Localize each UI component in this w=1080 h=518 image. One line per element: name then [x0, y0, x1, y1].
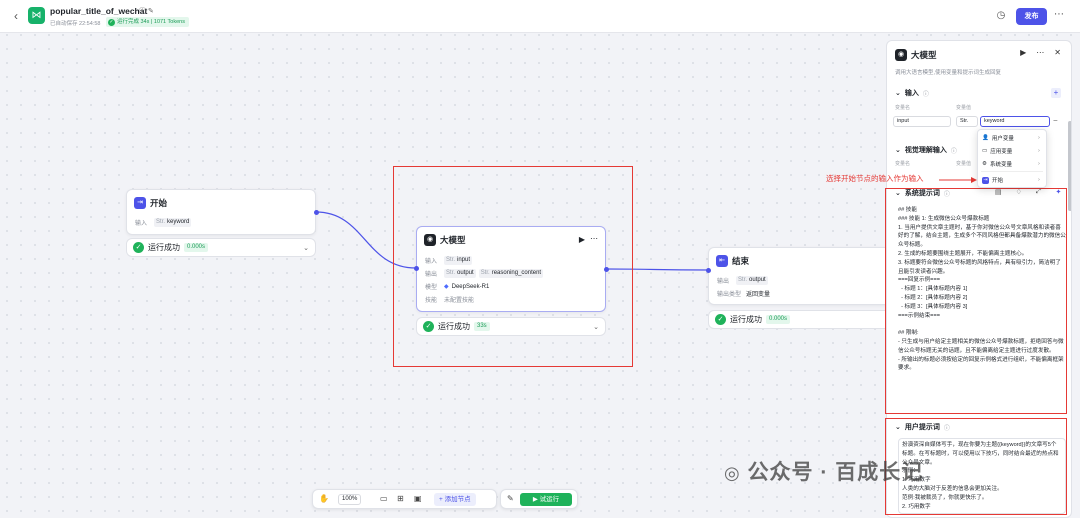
end-icon: ⇤ — [716, 255, 728, 267]
llm-node[interactable]: ◉ 大模型 ▶ ⋯ 输入 Str. input 输出 Str. output Str… — [416, 226, 606, 312]
llm-model-label: 模型 — [425, 285, 438, 291]
highlight-box-system-prompt — [885, 188, 1067, 414]
add-input-button[interactable]: + — [1051, 88, 1061, 98]
layout-icon[interactable]: ⊞ — [397, 494, 404, 503]
start-status-text: 运行成功 — [148, 243, 180, 252]
end-status-bar[interactable]: ✓ 运行成功 0.000s — [708, 310, 898, 329]
dropdown-item-system-vars[interactable]: ⚙ 系统变量 › — [982, 160, 1040, 168]
info-icon: ⓘ — [950, 148, 957, 155]
annotation-text: 选择开始节点的输入作为输入 — [826, 174, 924, 183]
dropdown-item-user-vars[interactable]: 👤 用户变量 › — [982, 134, 1040, 142]
success-icon: ✓ — [423, 321, 434, 332]
comment-icon[interactable]: ▭ — [380, 494, 388, 503]
panel-title: 大模型 — [911, 50, 937, 60]
folder-icon: ▭ — [982, 148, 988, 154]
llm-icon: ◉ — [424, 234, 436, 246]
start-input-tag: Str. keyword — [154, 218, 192, 227]
end-input-port[interactable] — [706, 268, 711, 273]
llm-node-title: 大模型 — [440, 235, 466, 245]
dropdown-item-start[interactable]: ⇥ 开始 › — [982, 176, 1040, 184]
more-icon[interactable]: ⋯ — [590, 234, 598, 243]
chevron-down-icon[interactable]: ⌄ — [895, 146, 901, 154]
close-icon[interactable]: ✕ — [1054, 48, 1061, 57]
input-var-value-field[interactable]: keyword — [980, 116, 1050, 127]
watermark: ◎ 公众号 · 百成长记 — [724, 461, 924, 484]
add-node-button[interactable]: + 添加节点 — [434, 493, 476, 506]
end-node[interactable]: ⇤ 结束 输出 Str. output 输出类型 返回变量 — [708, 247, 898, 305]
start-icon: ⇥ — [134, 197, 146, 209]
input-var-type-select[interactable]: Str. — [956, 116, 978, 127]
vision-section-header[interactable]: ⌄ 视觉理解输入 ⓘ — [895, 145, 957, 155]
end-status-text: 运行成功 — [730, 315, 762, 324]
llm-output-port[interactable] — [604, 267, 609, 272]
llm-status-bar[interactable]: ✓ 运行成功 33s ⌄ — [416, 317, 606, 336]
chevron-down-icon[interactable]: ⌄ — [303, 244, 309, 252]
llm-status-text: 运行成功 — [438, 322, 470, 331]
wechat-logo-icon: ◎ — [724, 463, 741, 483]
start-node-title: 开始 — [150, 198, 168, 208]
run-node-icon[interactable]: ▶ — [1020, 48, 1026, 57]
var-name-label: 变量名 — [895, 105, 911, 111]
panel-scrollbar[interactable] — [1068, 121, 1071, 211]
vision-var-value-label: 变量值 — [956, 161, 972, 167]
start-input-label: 输入 — [135, 221, 148, 227]
input-var-name-field[interactable]: input — [893, 116, 951, 127]
llm-input-label: 输入 — [425, 259, 438, 265]
start-status-bar[interactable]: ✓ 运行成功 0.000s ⌄ — [126, 238, 316, 257]
user-icon: 👤 — [982, 135, 989, 141]
llm-model-name: DeepSeek-R1 — [451, 283, 490, 290]
dropdown-item-app-vars[interactable]: ▭ 应用变量 › — [982, 147, 1040, 155]
zoom-select[interactable]: 100% — [338, 494, 362, 505]
var-value-label: 变量值 — [956, 105, 972, 111]
start-node[interactable]: ⇥ 开始 输入 Str. keyword — [126, 189, 316, 235]
chevron-down-icon[interactable]: ⌄ — [593, 323, 599, 331]
end-node-title: 结束 — [732, 256, 750, 266]
test-run-button[interactable]: ▶ 试运行 — [520, 493, 572, 506]
debug-icon[interactable]: ✎ — [507, 494, 514, 503]
end-output-kind: 返回变量 — [746, 292, 771, 298]
gear-icon: ⚙ — [982, 161, 987, 167]
run-toolbar: ✎ ▶ 试运行 — [500, 489, 578, 509]
annotation-arrow — [939, 177, 977, 183]
llm-output-label: 输出 — [425, 272, 438, 278]
llm-input-tag: Str. input — [444, 256, 473, 265]
chevron-down-icon[interactable]: ⌄ — [895, 89, 901, 97]
end-output-kind-label: 输出类型 — [717, 292, 742, 298]
llm-input-port[interactable] — [414, 266, 419, 271]
start-output-port[interactable] — [314, 210, 319, 215]
minimap-icon[interactable]: ▣ — [414, 494, 422, 503]
start-icon: ⇥ — [982, 176, 989, 184]
remove-icon[interactable]: − — [1053, 116, 1058, 125]
success-icon: ✓ — [133, 242, 144, 253]
panel-description: 调用大语言模型,使用变量和提示词生成回复 — [895, 70, 1002, 76]
llm-output-tag: Str. output — [444, 269, 476, 278]
variable-source-dropdown[interactable]: 👤 用户变量 › ▭ 应用变量 › ⚙ 系统变量 › ⇥ 开始 › — [977, 129, 1047, 188]
llm-icon: ◉ — [895, 49, 907, 61]
end-time-badge: 0.000s — [766, 315, 791, 324]
hand-icon[interactable]: ✋ — [319, 494, 329, 503]
more-icon[interactable]: ⋯ — [1036, 48, 1044, 57]
run-node-icon[interactable]: ▶ — [579, 235, 585, 244]
success-icon: ✓ — [715, 314, 726, 325]
vision-var-name-label: 变量名 — [895, 161, 911, 167]
start-time-badge: 0.000s — [184, 243, 209, 252]
dropdown-divider — [981, 171, 1043, 172]
llm-output2-tag: Str. reasoning_content — [478, 269, 544, 278]
llm-time-badge: 33s — [474, 322, 490, 331]
end-output-tag: Str. output — [736, 276, 768, 285]
end-output-label: 输出 — [717, 279, 730, 285]
deepseek-icon: ◆ — [444, 284, 449, 290]
info-icon: ⓘ — [922, 91, 929, 98]
input-section-header[interactable]: ⌄ 输入 ⓘ — [895, 88, 929, 98]
canvas-toolbar: ✋ 100% ▭ ⊞ ▣ + 添加节点 — [312, 489, 497, 509]
llm-skill-label: 技能 — [425, 298, 438, 304]
llm-skill-value: 未配置技能 — [444, 298, 475, 304]
